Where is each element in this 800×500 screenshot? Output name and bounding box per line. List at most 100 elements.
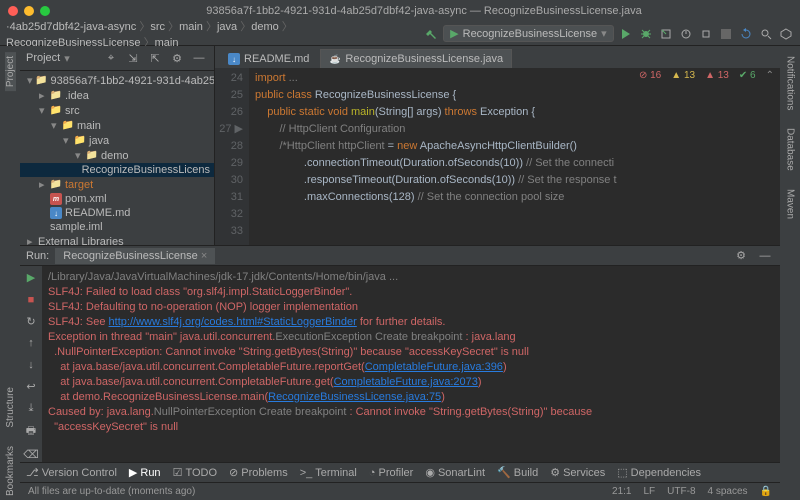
search-icon[interactable] xyxy=(758,25,774,43)
debug-icon[interactable] xyxy=(638,25,654,43)
tree-node[interactable]: RecognizeBusinessLicens xyxy=(20,163,214,177)
tree-node[interactable]: ↓README.md xyxy=(20,206,214,220)
minimize-window-icon[interactable] xyxy=(24,6,34,16)
run-settings-icon[interactable]: ⚙ xyxy=(732,247,750,265)
notifications-tool-tab[interactable]: Notifications xyxy=(785,52,796,114)
console-line[interactable]: Caused by: java.lang.NullPointerExceptio… xyxy=(48,405,774,420)
line-number[interactable]: 32 xyxy=(217,206,243,223)
tool-window-problems[interactable]: ⊘Problems xyxy=(229,466,288,479)
tree-settings-icon[interactable]: ⚙ xyxy=(168,49,186,67)
coverage-icon[interactable] xyxy=(658,25,674,43)
print-icon[interactable]: 🖶 xyxy=(22,422,40,440)
scroll-end-icon[interactable]: ⤓ xyxy=(22,401,40,417)
code-line[interactable]: .responseTimeout(Duration.ofSeconds(10))… xyxy=(255,172,780,189)
run-icon[interactable] xyxy=(618,25,634,43)
tree-node[interactable]: ▸External Libraries xyxy=(20,234,214,245)
rerun-icon[interactable]: ▶ xyxy=(22,270,40,286)
console-line[interactable]: at java.base/java.util.concurrent.Comple… xyxy=(48,360,774,375)
close-window-icon[interactable] xyxy=(8,6,18,16)
caret-position[interactable]: 21:1 xyxy=(612,486,631,497)
chevron-icon[interactable]: ▾ xyxy=(39,104,47,117)
breadcrumb-item[interactable]: demo xyxy=(251,21,279,33)
zoom-window-icon[interactable] xyxy=(40,6,50,16)
hammer-build-icon[interactable] xyxy=(423,25,439,43)
breadcrumb-item[interactable]: src xyxy=(150,21,165,33)
console-line[interactable]: at java.base/java.util.concurrent.Comple… xyxy=(48,375,774,390)
tree-node[interactable]: mpom.xml xyxy=(20,192,214,206)
up-stack-icon[interactable]: ↑ xyxy=(22,335,40,351)
chevron-icon[interactable]: ▸ xyxy=(27,235,35,245)
code-line[interactable]: public static void main(String[] args) t… xyxy=(255,104,780,121)
line-number[interactable]: 26 xyxy=(217,104,243,121)
console-line[interactable]: .NullPointerException: Cannot invoke "St… xyxy=(48,345,774,360)
line-number[interactable]: 29 xyxy=(217,155,243,172)
stop-icon[interactable] xyxy=(718,25,734,43)
breadcrumb-item[interactable]: ·4ab25d7dbf42-java-async xyxy=(6,21,136,33)
clear-icon[interactable]: ⌫ xyxy=(22,446,40,462)
chevron-icon[interactable]: ▾ xyxy=(75,149,83,162)
stop-run-icon[interactable]: ■ xyxy=(22,292,40,308)
project-tool-tab[interactable]: Project xyxy=(5,52,16,91)
tree-node[interactable]: ▸target xyxy=(20,177,214,192)
tool-window-dependencies[interactable]: ⬚Dependencies xyxy=(617,466,701,479)
console-line[interactable]: "accessKeySecret" is null xyxy=(48,420,774,435)
editor-tab[interactable]: ↓README.md xyxy=(219,49,318,68)
tree-node[interactable]: ▾java xyxy=(20,133,214,148)
tool-window-build[interactable]: 🔨Build xyxy=(497,466,538,479)
tree-node[interactable]: ▾demo xyxy=(20,148,214,163)
code-line[interactable]: .maxConnections(128) // Set the connecti… xyxy=(255,189,780,206)
indent-setting[interactable]: 4 spaces xyxy=(708,486,748,497)
inspection-status[interactable]: ⊘ 16 ▲ 13 ▲ 13 ✔ 6 ⌃ xyxy=(639,70,774,81)
gutter[interactable]: 24252627 ▶282930313233 xyxy=(215,68,249,245)
breadcrumb-item[interactable]: main xyxy=(179,21,203,33)
select-opened-icon[interactable]: ⌖ xyxy=(102,49,120,67)
structure-tool-tab[interactable]: Structure xyxy=(5,383,16,432)
console-line[interactable]: Exception in thread "main" java.util.con… xyxy=(48,330,774,345)
code-line[interactable]: public class RecognizeBusinessLicense { xyxy=(255,87,780,104)
tool-window-todo[interactable]: ☑TODO xyxy=(173,466,217,479)
database-tool-tab[interactable]: Database xyxy=(785,124,796,175)
hide-tool-icon[interactable]: — xyxy=(190,49,208,67)
code-line[interactable]: /*HttpClient httpClient = new ApacheAsyn… xyxy=(255,138,780,155)
console-output[interactable]: /Library/Java/JavaVirtualMachines/jdk-17… xyxy=(42,266,780,462)
line-number[interactable]: 24 xyxy=(217,70,243,87)
console-line[interactable]: at demo.RecognizeBusinessLicense.main(Re… xyxy=(48,390,774,405)
line-number[interactable]: 31 xyxy=(217,189,243,206)
breadcrumb-item[interactable]: java xyxy=(217,21,237,33)
maven-tool-tab[interactable]: Maven xyxy=(785,185,796,223)
project-dropdown[interactable]: Project xyxy=(26,52,60,64)
tree-node[interactable]: ▾93856a7f-1bb2-4921-931d-4ab25d7c xyxy=(20,73,214,88)
run-tab[interactable]: RecognizeBusinessLicense × xyxy=(55,248,215,264)
down-stack-icon[interactable]: ↓ xyxy=(22,357,40,373)
run-config-dropdown[interactable]: ▶ RecognizeBusinessLicense ▾ xyxy=(443,25,614,42)
line-number[interactable]: 30 xyxy=(217,172,243,189)
attach-icon[interactable] xyxy=(698,25,714,43)
editor-tab[interactable]: ☕RecognizeBusinessLicense.java xyxy=(320,49,512,68)
tree-node[interactable]: sample.iml xyxy=(20,220,214,234)
soft-wrap-icon[interactable]: ↩ xyxy=(22,379,40,395)
collapse-all-icon[interactable]: ⇱ xyxy=(146,49,164,67)
code-line[interactable]: // HttpClient Configuration xyxy=(255,121,780,138)
line-number[interactable]: 27 ▶ xyxy=(217,121,243,138)
file-encoding[interactable]: UTF-8 xyxy=(667,486,695,497)
update-icon[interactable] xyxy=(738,25,754,43)
tool-window-profiler[interactable]: ◔Profiler xyxy=(369,467,414,479)
tree-node[interactable]: ▾main xyxy=(20,118,214,133)
console-line[interactable]: SLF4J: Failed to load class "org.slf4j.i… xyxy=(48,285,774,300)
code-area[interactable]: ⊘ 16 ▲ 13 ▲ 13 ✔ 6 ⌃ 24252627 ▶282930313… xyxy=(215,68,780,245)
line-number[interactable]: 25 xyxy=(217,87,243,104)
console-line[interactable]: SLF4J: Defaulting to no-operation (NOP) … xyxy=(48,300,774,315)
console-line[interactable]: SLF4J: See http://www.slf4j.org/codes.ht… xyxy=(48,315,774,330)
line-number[interactable]: 28 xyxy=(217,138,243,155)
tool-window-services[interactable]: ⚙Services xyxy=(550,466,605,479)
chevron-icon[interactable]: ▸ xyxy=(39,89,47,102)
bookmarks-tool-tab[interactable]: Bookmarks xyxy=(5,442,16,500)
chevron-icon[interactable]: ▸ xyxy=(39,178,47,191)
tool-window-run[interactable]: ▶Run xyxy=(129,466,161,479)
restart-icon[interactable]: ↻ xyxy=(22,314,40,330)
chevron-icon[interactable]: ▾ xyxy=(63,134,71,147)
lock-icon[interactable]: 🔒 xyxy=(760,486,772,497)
chevron-icon[interactable]: ▾ xyxy=(27,74,33,87)
tool-window-sonarlint[interactable]: ◉SonarLint xyxy=(425,466,485,479)
tree-node[interactable]: ▾src xyxy=(20,103,214,118)
